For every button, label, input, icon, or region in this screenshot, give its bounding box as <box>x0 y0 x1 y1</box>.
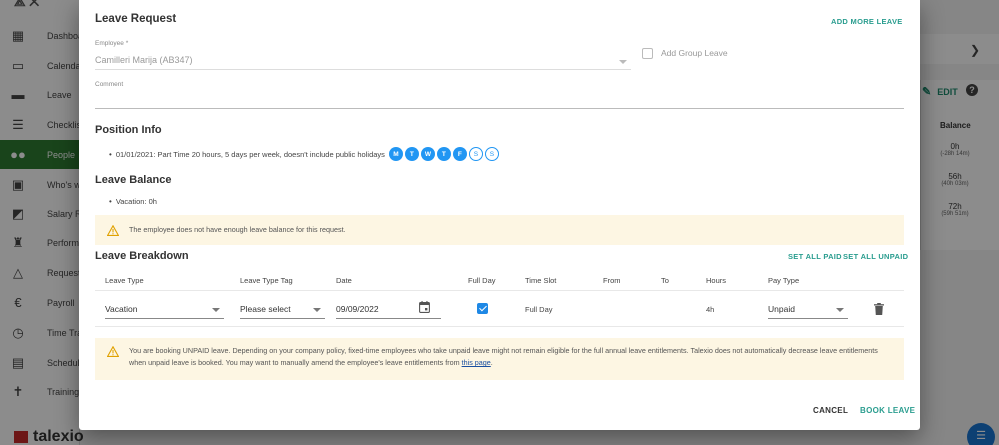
leave-request-dialog: Leave Request ADD MORE LEAVE Employee * … <box>79 0 920 430</box>
col-full-day: Full Day <box>468 276 496 285</box>
leave-balance-title: Leave Balance <box>95 174 172 186</box>
col-pay-type: Pay Type <box>768 276 800 285</box>
pay-type-select[interactable]: Unpaid <box>768 304 795 314</box>
col-to: To <box>661 276 669 285</box>
col-leave-type: Leave Type <box>105 276 144 285</box>
add-group-leave-checkbox[interactable] <box>642 48 653 59</box>
row-separator <box>95 326 904 327</box>
employee-underline <box>95 69 631 70</box>
work-day-dot: T <box>436 147 451 161</box>
calendar-icon[interactable] <box>419 301 430 313</box>
balance-warning-text: The employee does not have enough leave … <box>129 225 346 234</box>
unpaid-warning: You are booking UNPAID leave. Depending … <box>95 338 904 380</box>
time-slot-value: Full Day <box>525 305 553 314</box>
date-underline <box>336 318 441 319</box>
warning-icon <box>107 346 119 357</box>
leave-type-underline <box>105 318 224 319</box>
col-time-slot: Time Slot <box>525 276 557 285</box>
work-days: MTWTFSS <box>387 147 499 161</box>
balance-line: Vacation: 0h <box>109 197 157 206</box>
employee-dropdown-caret-icon[interactable] <box>619 60 627 64</box>
add-group-leave-label: Add Group Leave <box>661 48 728 58</box>
position-info-line: 01/01/2021: Part Time 20 hours, 5 days p… <box>109 147 499 161</box>
work-day-dot: M <box>388 147 403 161</box>
unpaid-warning-end: . <box>490 358 493 367</box>
col-date: Date <box>336 276 352 285</box>
pay-type-caret-icon[interactable] <box>836 308 844 312</box>
col-from: From <box>603 276 621 285</box>
position-text: 01/01/2021: Part Time 20 hours, 5 days p… <box>115 149 385 159</box>
work-day-dot: T <box>404 147 419 161</box>
warning-icon <box>107 224 119 236</box>
col-leave-type-tag: Leave Type Tag <box>240 276 293 285</box>
leave-breakdown-title: Leave Breakdown <box>95 250 189 262</box>
work-day-dot: S <box>484 147 499 161</box>
leave-type-select[interactable]: Vacation <box>105 304 137 314</box>
full-day-checkbox[interactable] <box>477 303 488 314</box>
work-day-dot: W <box>420 147 435 161</box>
hours-value: 4h <box>706 305 715 314</box>
work-day-dot: F <box>452 147 467 161</box>
pay-type-underline <box>768 318 848 319</box>
book-leave-button[interactable]: BOOK LEAVE <box>860 406 915 415</box>
add-more-leave-button[interactable]: ADD MORE LEAVE <box>831 17 903 26</box>
leave-type-caret-icon[interactable] <box>212 308 220 312</box>
unpaid-warning-body: You are booking UNPAID leave. Depending … <box>129 346 878 367</box>
balance-text: Vacation: 0h <box>115 197 157 206</box>
leave-type-tag-select[interactable]: Please select <box>240 304 291 314</box>
employee-select[interactable]: Camilleri Marija (AB347) <box>95 55 193 65</box>
this-page-link[interactable]: this page <box>462 358 491 367</box>
date-input[interactable]: 09/09/2022 <box>336 304 379 314</box>
position-info-title: Position Info <box>95 124 162 136</box>
unpaid-warning-text: You are booking UNPAID leave. Depending … <box>129 345 889 369</box>
set-all-unpaid-button[interactable]: SET ALL UNPAID <box>843 252 908 261</box>
cancel-button[interactable]: CANCEL <box>813 406 848 415</box>
leave-type-tag-caret-icon[interactable] <box>313 308 321 312</box>
comment-label: Comment <box>95 81 124 88</box>
balance-warning: The employee does not have enough leave … <box>95 215 904 245</box>
header-separator <box>95 290 904 291</box>
work-day-dot: S <box>468 147 483 161</box>
col-hours: Hours <box>706 276 727 285</box>
leave-type-tag-underline <box>240 318 325 319</box>
set-all-paid-button[interactable]: SET ALL PAID <box>788 252 842 261</box>
dialog-title: Leave Request <box>95 13 177 25</box>
comment-input[interactable] <box>95 108 904 109</box>
trash-icon[interactable] <box>874 303 884 315</box>
employee-label: Employee * <box>95 40 129 47</box>
